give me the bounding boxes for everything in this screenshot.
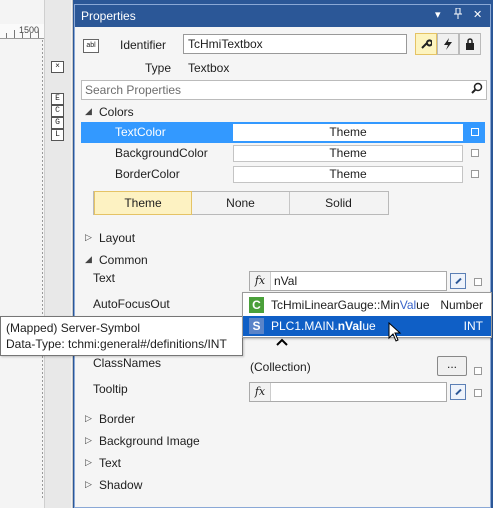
tooltip-line-2: Data-Type: tchmi:general#/definitions/IN… [6,337,227,351]
section-background-image[interactable]: ▷ Background Image [85,434,285,450]
property-name: BorderColor [115,167,180,181]
search-placeholder: Search Properties [85,83,182,97]
property-row-textcolor[interactable]: TextColor Theme [81,122,485,143]
identifier-value: TcHmiTextbox [188,37,263,51]
lock-icon[interactable] [459,33,481,55]
autocomplete-item-name: TcHmiLinearGauge::MinValue [271,298,430,312]
section-background-image-label: Background Image [99,434,200,448]
property-name: TextColor [115,125,166,139]
properties-titlebar: Properties ▾ ✕ [75,5,490,27]
autocomplete-item-type: Number [440,298,483,312]
text-value-input[interactable]: fx nVal [249,271,447,291]
property-row-bordercolor[interactable]: BorderColor Theme [81,164,485,185]
textbox-control-icon: abl [83,39,99,53]
function-icon[interactable]: fx [250,383,271,401]
segment-none[interactable]: None [192,192,290,214]
classnames-value: (Collection) [250,360,311,374]
property-row-backgroundcolor[interactable]: BackgroundColor Theme [81,143,485,164]
property-marker-icon[interactable] [471,128,479,136]
tooltip-value-input[interactable]: fx [249,382,447,402]
ruler: 1500 [0,24,44,39]
editor-pane: 1500 × E C G L [0,0,73,508]
autocomplete-item-type: INT [463,319,483,333]
section-layout-label: Layout [99,231,136,245]
section-border-label: Border [99,412,136,426]
collapse-arrow-icon: ◢ [85,254,92,264]
expand-arrow-icon: ▷ [85,435,92,445]
lightning-icon[interactable] [437,33,459,55]
section-layout[interactable]: ▷ Layout [85,231,285,247]
segment-theme[interactable]: Theme [94,191,192,215]
expand-arrow-icon: ▷ [85,232,92,242]
property-name-classnames: ClassNames [93,356,162,370]
edit-binding-icon[interactable] [450,273,466,289]
autocomplete-item[interactable]: C TcHmiLinearGauge::MinValue Number [243,295,491,315]
property-marker-icon[interactable] [474,278,482,286]
collapse-arrow-icon: ◢ [85,106,92,116]
section-text[interactable]: ▷ Text [85,456,285,472]
property-marker-icon[interactable] [471,149,479,157]
color-mode-segmented-control: Theme None Solid [93,191,389,215]
segment-solid[interactable]: Solid [290,192,387,214]
property-marker-icon[interactable] [471,170,479,178]
symbol-icon: S [249,318,264,334]
autocomplete-item-selected[interactable]: S PLC1.MAIN.nValue INT [243,316,491,336]
property-value[interactable]: Theme [233,145,463,162]
section-shadow[interactable]: ▷ Shadow [85,478,285,494]
pin-icon[interactable] [453,7,463,23]
type-label: Type [145,61,172,75]
symbol-tooltip: (Mapped) Server-Symbol Data-Type: tchmi:… [0,316,243,356]
edit-binding-icon[interactable] [450,384,466,400]
side-button-e[interactable]: E [51,93,64,105]
autocomplete-list: C TcHmiLinearGauge::MinValue Number S PL… [242,292,492,338]
type-value: Textbox [188,61,230,75]
section-border[interactable]: ▷ Border [85,412,285,428]
section-common-label: Common [99,253,148,267]
function-icon[interactable]: fx [250,272,271,290]
search-icon[interactable] [471,82,483,94]
property-name-autofocusout: AutoFocusOut [93,297,170,311]
property-name-tooltip: Tooltip [93,382,128,396]
classnames-collection-button[interactable]: ... [437,356,467,376]
search-properties-input[interactable]: Search Properties [81,80,487,100]
side-button-c[interactable]: C [51,105,64,117]
autocomplete-item-name: PLC1.MAIN.nValue [271,319,376,333]
property-value[interactable]: Theme [233,166,463,183]
dropdown-icon[interactable]: ▾ [435,8,441,21]
property-marker-icon[interactable] [474,389,482,397]
section-common[interactable]: ◢ Common [85,253,285,269]
panel-title: Properties [81,9,136,23]
expand-arrow-icon: ▷ [85,479,92,489]
property-value[interactable]: Theme [233,124,463,141]
design-guide-line [0,40,44,500]
side-button-close[interactable]: × [51,61,64,73]
identifier-input[interactable]: TcHmiTextbox [183,34,407,54]
section-shadow-label: Shadow [99,478,143,492]
property-name-text: Text [93,271,116,285]
caret-up-icon [276,337,288,349]
side-button-g[interactable]: G [51,117,64,129]
side-button-l[interactable]: L [51,129,64,141]
close-icon[interactable]: ✕ [473,8,482,21]
section-colors[interactable]: ◢ Colors [85,105,285,121]
expand-arrow-icon: ▷ [85,457,92,467]
section-text-label: Text [99,456,122,470]
property-name: BackgroundColor [115,146,208,160]
text-value: nVal [274,274,298,288]
property-marker-icon[interactable] [474,367,482,375]
mouse-cursor-icon [388,322,402,342]
properties-panel: Properties ▾ ✕ abl Identifier TcHmiTextb… [74,4,491,508]
class-icon: C [249,297,264,313]
identifier-label: Identifier [120,38,167,52]
tooltip-line-1: (Mapped) Server-Symbol [6,321,141,335]
wrench-icon[interactable] [415,33,437,55]
expand-arrow-icon: ▷ [85,413,92,423]
editor-side-toolbar: × E C G L [44,0,71,508]
section-colors-label: Colors [99,105,134,119]
